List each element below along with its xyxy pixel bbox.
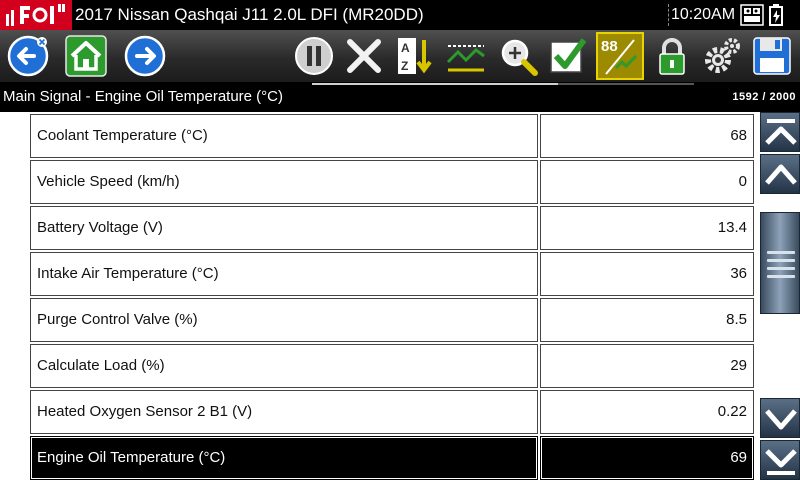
pause-button[interactable] [292,34,336,78]
brand-logo [0,0,72,30]
scroll-top-button[interactable] [760,112,800,152]
vci-connection-icon [740,4,764,26]
pid-row[interactable]: Vehicle Speed (km/h) 0 [30,160,754,204]
frame-counter: 1592 / 2000 [732,91,796,103]
pid-row[interactable]: Calculate Load (%) 29 [30,344,754,388]
title-bar: 2017 Nissan Qashqai J11 2.0L DFI (MR20DD… [0,0,800,30]
forward-button[interactable] [123,34,167,78]
pid-name: Heated Oxygen Sensor 2 B1 (V) [30,390,538,434]
checkmark-icon [550,38,587,73]
toolbar: A Z 88 [0,30,800,82]
clock-separator [668,4,669,26]
floppy-disk-icon [753,37,791,75]
grip-line [767,251,795,254]
settings-button[interactable] [700,34,744,78]
pid-value: 36 [540,252,754,296]
forward-arrow-icon [124,35,166,77]
battery-icon [769,4,783,26]
status-area [739,2,799,28]
pid-value: 13.4 [540,206,754,250]
pid-row[interactable]: Coolant Temperature (°C) 68 [30,114,754,158]
grip-line [767,259,795,262]
select-button[interactable] [546,34,590,78]
grip-line [767,275,795,278]
clear-button[interactable] [342,34,386,78]
scroll-bottom-icon [765,449,797,475]
clock: 10:20AM [671,6,736,23]
scrollbar [760,112,800,480]
pid-row[interactable]: Heated Oxygen Sensor 2 B1 (V) 0.22 [30,390,754,434]
vehicle-title: 2017 Nissan Qashqai J11 2.0L DFI (MR20DD… [75,5,424,24]
svg-text:88: 88 [601,38,618,55]
pid-name: Purge Control Valve (%) [30,298,538,342]
pid-value: 8.5 [540,298,754,342]
pid-list: Coolant Temperature (°C) 68 Vehicle Spee… [0,112,760,480]
gear-icon [705,38,740,73]
home-icon [65,35,107,77]
padlock-icon [659,38,685,75]
pid-value: 29 [540,344,754,388]
scroll-bottom-button[interactable] [760,440,800,480]
pause-icon [295,37,333,75]
pid-name: Vehicle Speed (km/h) [30,160,538,204]
back-button[interactable] [6,34,50,78]
scroll-down-icon [765,409,797,430]
lock-button[interactable] [650,34,694,78]
pid-row[interactable]: Battery Voltage (V) 13.4 [30,206,754,250]
frame-progress-track [558,83,694,85]
zoom-icon [501,39,538,76]
pid-value: 0 [540,160,754,204]
scroll-up-button[interactable] [760,154,800,194]
pid-name: Calculate Load (%) [30,344,538,388]
x-icon [347,39,381,73]
sort-az-icon: A Z [398,38,432,74]
home-button[interactable] [64,34,108,78]
zoom-button[interactable] [496,34,540,78]
scroll-top-icon [765,119,797,145]
graph-icon [446,45,485,72]
pid-value: 0.22 [540,390,754,434]
pid-name: Intake Air Temperature (°C) [30,252,538,296]
pid-row-selected[interactable]: Engine Oil Temperature (°C) 69 [30,436,754,480]
grip-line [767,267,795,270]
scan-tool-screen: 2017 Nissan Qashqai J11 2.0L DFI (MR20DD… [0,0,800,480]
scroll-up-icon [765,164,797,185]
pid-name: Engine Oil Temperature (°C) [30,436,538,480]
pid-row[interactable]: Intake Air Temperature (°C) 36 [30,252,754,296]
pid-name: Battery Voltage (V) [30,206,538,250]
signal-header: Main Signal - Engine Oil Temperature (°C… [0,82,800,112]
scroll-thumb[interactable] [760,212,800,314]
sort-button[interactable]: A Z [394,34,438,78]
pid-view-button[interactable]: 88 [596,32,644,80]
svg-text:A: A [401,41,410,55]
scroll-down-button[interactable] [760,398,800,438]
back-arrow-icon [7,35,49,77]
main-signal-title: Main Signal - Engine Oil Temperature (°C… [3,88,284,105]
pid-row[interactable]: Purge Control Valve (%) 8.5 [30,298,754,342]
pid-name: Coolant Temperature (°C) [30,114,538,158]
pid-value: 69 [540,436,754,480]
digital-pid-icon: 88 [601,38,638,75]
graph-button[interactable] [444,34,488,78]
svg-text:Z: Z [401,59,408,73]
save-button[interactable] [750,34,794,78]
pid-value: 68 [540,114,754,158]
